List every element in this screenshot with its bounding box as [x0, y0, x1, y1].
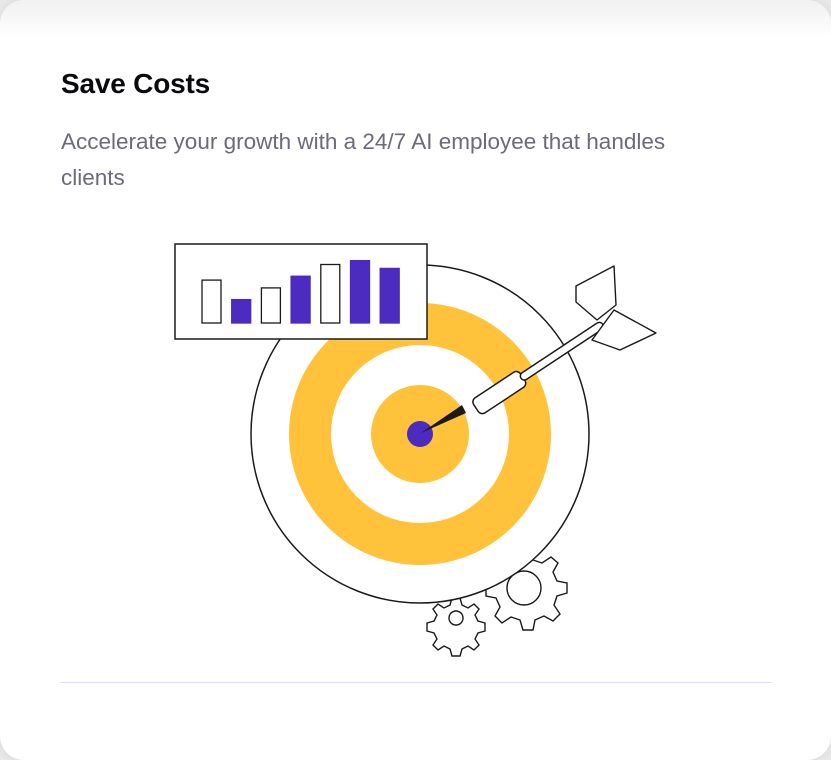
bar-chart-card	[174, 243, 428, 340]
divider	[61, 682, 771, 683]
chart-bar	[379, 267, 400, 324]
target-illustration	[174, 243, 657, 657]
chart-bar	[349, 259, 371, 324]
chart-bar	[201, 279, 222, 324]
chart-bar	[290, 275, 311, 324]
chart-bar	[320, 263, 341, 324]
chart-bar	[260, 287, 282, 324]
gear-icon-small	[426, 597, 486, 657]
bullseye	[407, 421, 433, 447]
chart-bar	[231, 298, 252, 324]
feature-card: Save Costs Accelerate your growth with a…	[0, 0, 831, 760]
